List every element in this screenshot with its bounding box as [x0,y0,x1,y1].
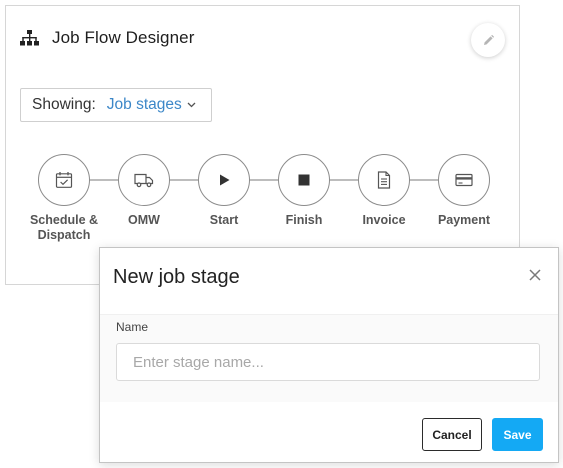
stage-flow: Schedule & Dispatch OMW Start Finish Inv… [6,151,521,251]
close-icon [529,269,541,281]
stage-finish[interactable]: Finish [264,151,344,228]
stage-start[interactable]: Start [184,151,264,228]
stage-circle [118,154,170,206]
close-button[interactable] [528,268,542,282]
calendar-check-icon [55,172,73,188]
stage-circle [38,154,90,206]
stage-circle [198,154,250,206]
stage-circle [278,154,330,206]
stop-icon [298,174,310,186]
stage-label: Finish [285,213,323,227]
showing-value: Job stages [106,96,182,113]
edit-button[interactable] [471,23,505,57]
name-field-label: Name [116,320,149,334]
dialog-title: New job stage [113,266,240,288]
stage-payment[interactable]: Payment [424,151,504,228]
stage-label: OMW [128,213,160,227]
truck-icon [134,173,154,188]
pencil-icon [483,34,494,45]
sitemap-icon [20,29,39,45]
save-button[interactable]: Save [492,418,543,451]
showing-dropdown[interactable]: Showing: Job stages [20,88,212,122]
chevron-down-icon [187,102,196,108]
stage-schedule-dispatch[interactable]: Schedule & Dispatch [24,151,104,243]
stage-omw[interactable]: OMW [104,151,184,228]
stage-label: Start [209,213,239,227]
dialog-body: Name [100,314,558,402]
credit-card-icon [455,173,473,187]
stage-label: Invoice [362,213,406,227]
showing-label: Showing: [32,96,96,113]
stage-label: Payment [437,213,491,227]
stage-circle [358,154,410,206]
play-icon [220,174,230,186]
job-flow-designer-card: Job Flow Designer Showing: Job stages Sc… [5,5,520,285]
document-icon [377,171,391,189]
stage-invoice[interactable]: Invoice [344,151,424,228]
new-job-stage-dialog: New job stage Name Cancel Save [99,247,559,463]
cancel-button[interactable]: Cancel [422,418,482,451]
stage-name-input[interactable] [116,343,540,381]
stage-circle [438,154,490,206]
stage-label: Schedule & Dispatch [29,213,99,242]
card-header: Job Flow Designer [20,28,194,48]
page-title: Job Flow Designer [52,28,195,47]
